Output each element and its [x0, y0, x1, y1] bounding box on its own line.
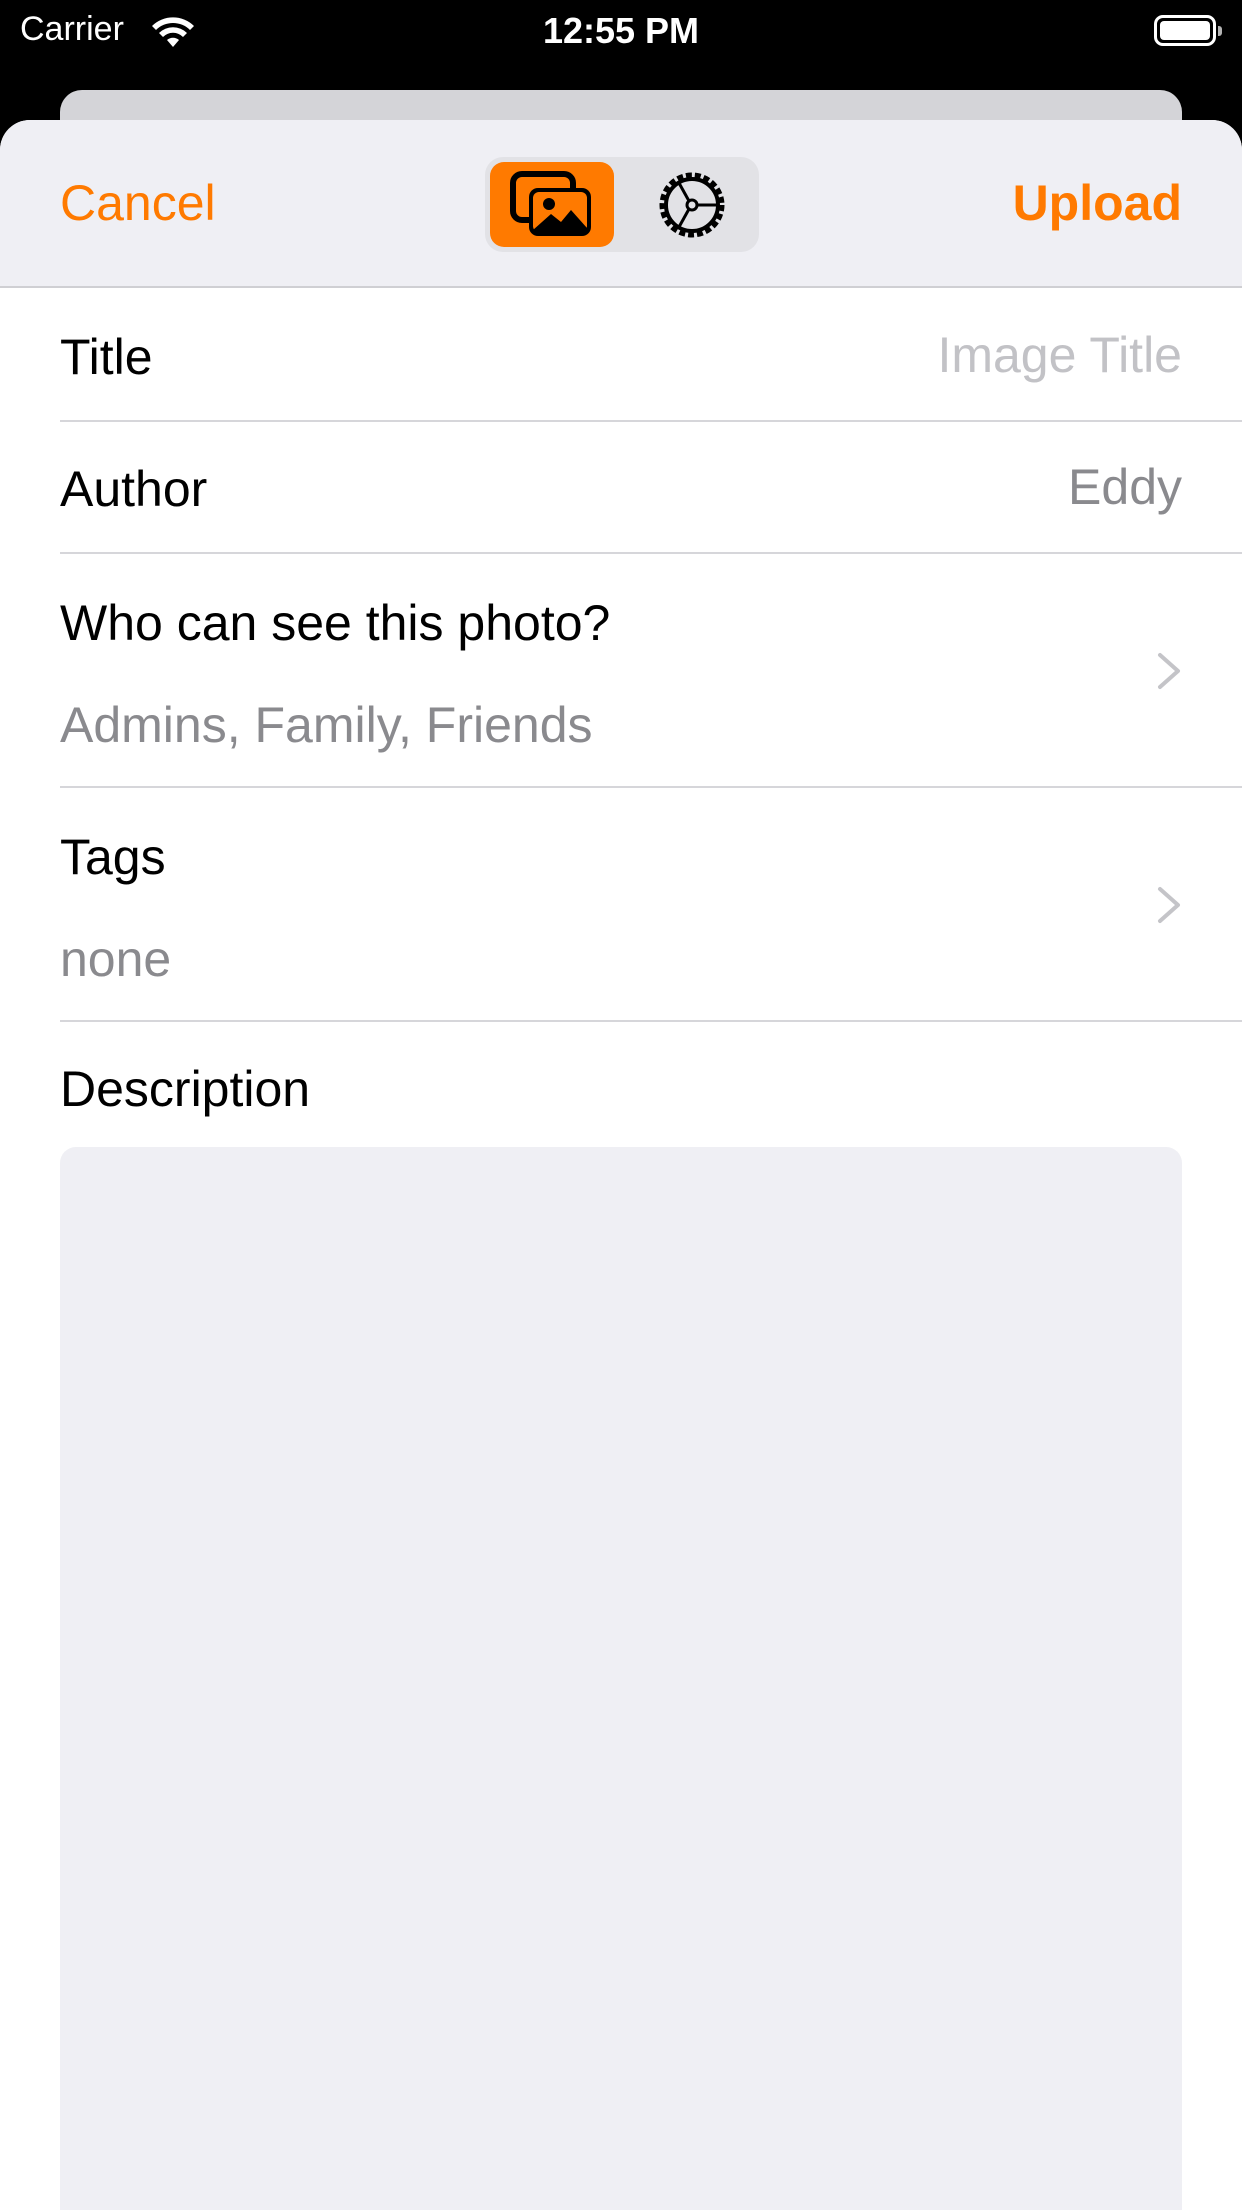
segment-settings[interactable]: [630, 162, 754, 247]
author-label: Author: [60, 461, 208, 517]
privacy-label: Who can see this photo?: [60, 595, 611, 651]
status-time: 12:55 PM: [542, 10, 700, 51]
cancel-button[interactable]: Cancel: [60, 174, 216, 232]
description-textarea[interactable]: [60, 1147, 1182, 2210]
tags-label: Tags: [60, 829, 166, 885]
tags-value: none: [60, 931, 172, 987]
settings-gear-icon: [659, 172, 725, 237]
battery-full-icon: [1154, 15, 1222, 46]
author-value[interactable]: Eddy: [1068, 458, 1182, 516]
upload-sheet: Cancel Upload Title Image Title Author E…: [0, 120, 1242, 2210]
status-bar: Carrier 12:55 PM: [0, 0, 1242, 64]
privacy-row[interactable]: Who can see this photo? Admins, Family, …: [60, 554, 1242, 788]
description-label: Description: [60, 1061, 311, 1117]
title-row[interactable]: Title Image Title: [60, 290, 1242, 422]
title-label: Title: [60, 329, 153, 385]
author-row[interactable]: Author Eddy: [60, 422, 1242, 554]
privacy-value: Admins, Family, Friends: [60, 697, 593, 753]
chevron-right-icon: [1158, 887, 1180, 923]
segmented-control: [485, 157, 759, 252]
tags-row[interactable]: Tags none: [60, 788, 1242, 1022]
title-input[interactable]: Image Title: [937, 326, 1182, 384]
navigation-bar: Cancel Upload: [0, 120, 1242, 288]
upload-button[interactable]: Upload: [1013, 174, 1182, 232]
chevron-right-icon: [1158, 653, 1180, 689]
segment-photos[interactable]: [490, 162, 614, 247]
photos-icon: [510, 170, 591, 236]
